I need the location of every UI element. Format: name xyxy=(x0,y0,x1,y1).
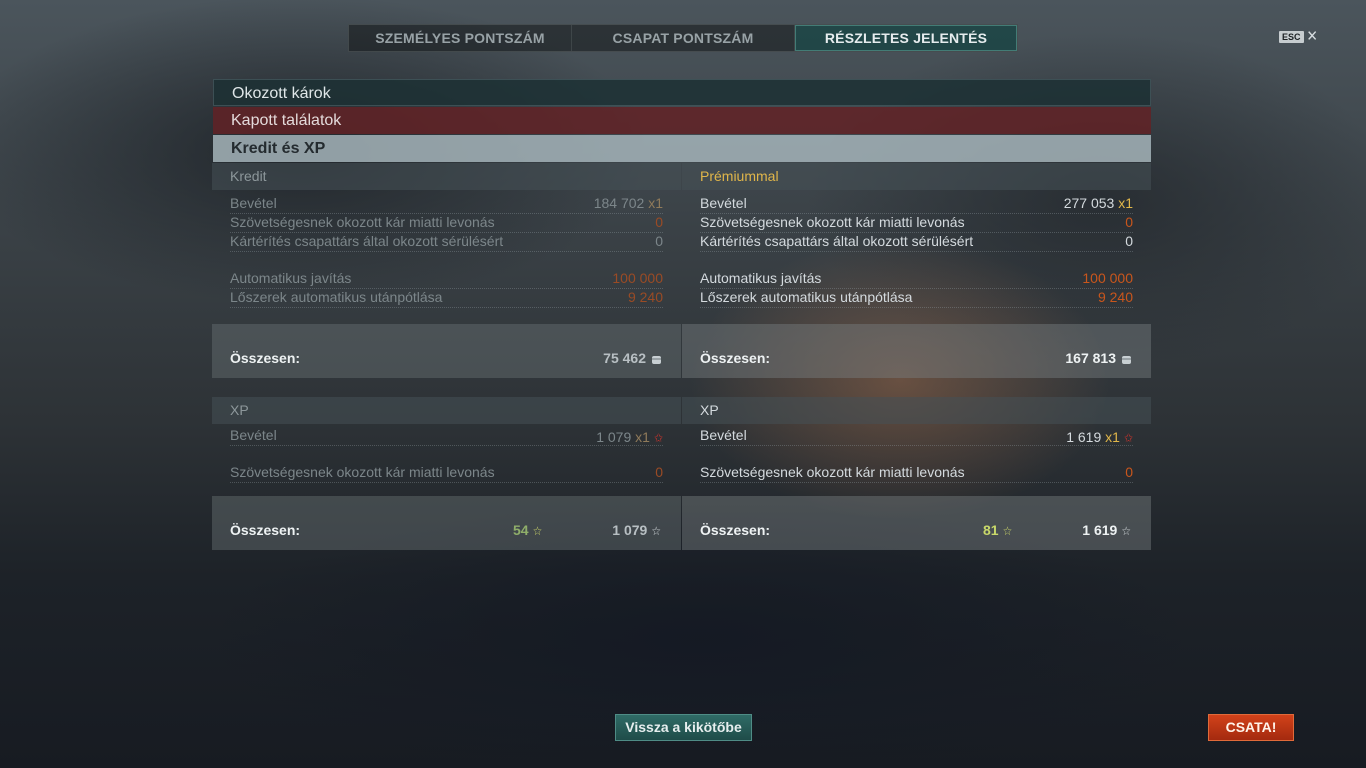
xp-total-row: Összesen: 81 ☆ 1 619 ☆ xyxy=(682,496,1151,550)
red-star-icon: ✩ xyxy=(653,431,663,445)
xp-ally-damage-row: Szövetségesnek okozott kár miatti levoná… xyxy=(700,464,1133,483)
credit-ally-damage-row: Szövetségesnek okozott kár miatti levoná… xyxy=(700,214,1133,233)
credit-compensation-value: 0 xyxy=(1125,233,1133,249)
red-star-icon: ✩ xyxy=(1123,431,1133,445)
xp-total-value: 1 079 xyxy=(612,522,648,538)
credit-total-row: Összesen: 167 813 xyxy=(682,324,1151,378)
esc-key-badge: ESC xyxy=(1279,31,1304,43)
credit-header: Kredit xyxy=(212,163,681,190)
row-label: Lőszerek automatikus utánpótlása xyxy=(230,289,443,305)
gold-star-icon: ☆ xyxy=(532,524,543,538)
results-tab-bar: SZEMÉLYES PONTSZÁM CSAPAT PONTSZÁM RÉSZL… xyxy=(348,24,1018,52)
credit-total-value: 167 813 xyxy=(1065,350,1116,366)
premium-header: Prémiummal xyxy=(682,163,1151,190)
credit-repair-row: Automatikus javítás 100 000 xyxy=(230,270,663,289)
free-xp-value: 54 xyxy=(513,522,529,538)
xp-income-multiplier: x1 xyxy=(635,429,650,445)
credit-repair-value: 100 000 xyxy=(1082,270,1133,286)
credit-income-value: 184 702 xyxy=(593,195,645,211)
credit-resupply-value: 9 240 xyxy=(627,289,663,305)
section-credit-xp[interactable]: Kredit és XP xyxy=(213,135,1151,162)
section-damage-dealt[interactable]: Okozott károk xyxy=(213,79,1151,106)
credit-column-premium: Prémiummal Bevétel 277 053 x1 Szövetsége… xyxy=(682,163,1151,378)
credit-ally-damage-value: 0 xyxy=(655,214,663,230)
total-label: Összesen: xyxy=(700,350,771,366)
credit-coin-icon xyxy=(1122,356,1131,364)
gold-star-icon: ☆ xyxy=(1002,524,1013,538)
credit-resupply-row: Lőszerek automatikus utánpótlása 9 240 xyxy=(700,289,1133,308)
battle-results-screen: { "tabs": [ {"label": "SZEMÉLYES PONTSZÁ… xyxy=(0,0,1366,768)
xp-income-row: Bevétel 1 079 x1 ✩ xyxy=(230,427,663,446)
row-label: Automatikus javítás xyxy=(230,270,352,286)
total-label: Összesen: xyxy=(700,522,771,538)
xp-total-value: 1 619 xyxy=(1082,522,1118,538)
tab-team-score[interactable]: CSAPAT PONTSZÁM xyxy=(572,25,795,51)
credit-column-standard: Kredit Bevétel 184 702 x1 Szövetségesnek… xyxy=(212,163,681,378)
credit-resupply-row: Lőszerek automatikus utánpótlása 9 240 xyxy=(230,289,663,308)
row-label: Lőszerek automatikus utánpótlása xyxy=(700,289,913,305)
credit-total-value: 75 462 xyxy=(603,350,646,366)
close-button[interactable]: ESC ✕ xyxy=(1279,28,1318,45)
xp-ally-damage-value: 0 xyxy=(655,464,663,480)
credit-ally-damage-row: Szövetségesnek okozott kár miatti levoná… xyxy=(230,214,663,233)
section-hits-received[interactable]: Kapott találatok xyxy=(213,107,1151,134)
row-label: Bevétel xyxy=(230,195,277,211)
row-label: Kártérítés csapattárs által okozott sérü… xyxy=(230,233,504,249)
total-label: Összesen: xyxy=(230,350,301,366)
back-to-port-button[interactable]: Vissza a kikötőbe xyxy=(615,714,752,741)
xp-income-value: 1 079 xyxy=(596,429,632,445)
credit-repair-row: Automatikus javítás 100 000 xyxy=(700,270,1133,289)
total-label: Összesen: xyxy=(230,522,301,538)
credit-compensation-row: Kártérítés csapattárs által okozott sérü… xyxy=(230,233,663,252)
credit-repair-value: 100 000 xyxy=(612,270,663,286)
xp-header: XP xyxy=(682,397,1151,424)
credit-income-multiplier: x1 xyxy=(1118,195,1133,211)
row-label: Szövetségesnek okozott kár miatti levoná… xyxy=(230,464,495,480)
row-label: Automatikus javítás xyxy=(700,270,822,286)
white-star-icon: ☆ xyxy=(651,524,661,538)
row-label: Bevétel xyxy=(700,427,747,443)
credit-total-row: Összesen: 75 462 xyxy=(212,324,681,378)
xp-total-row: Összesen: 54 ☆ 1 079 ☆ xyxy=(212,496,681,550)
row-label: Szövetségesnek okozott kár miatti levoná… xyxy=(700,464,965,480)
xp-ally-damage-value: 0 xyxy=(1125,464,1133,480)
xp-column-standard: XP Bevétel 1 079 x1 ✩ Szövetségesnek okoz… xyxy=(212,397,681,550)
tab-personal-score[interactable]: SZEMÉLYES PONTSZÁM xyxy=(349,25,572,51)
credit-compensation-value: 0 xyxy=(655,233,663,249)
credit-income-multiplier: x1 xyxy=(648,195,663,211)
credit-income-value: 277 053 xyxy=(1063,195,1115,211)
row-label: Bevétel xyxy=(700,195,747,211)
xp-ally-damage-row: Szövetségesnek okozott kár miatti levoná… xyxy=(230,464,663,483)
credit-ally-damage-value: 0 xyxy=(1125,214,1133,230)
row-label: Szövetségesnek okozott kár miatti levoná… xyxy=(230,214,495,230)
credit-coin-icon xyxy=(652,356,661,364)
white-star-icon: ☆ xyxy=(1121,524,1131,538)
xp-column-premium: XP Bevétel 1 619 x1 ✩ Szövetségesnek okoz… xyxy=(682,397,1151,550)
row-label: Kártérítés csapattárs által okozott sérü… xyxy=(700,233,974,249)
close-icon: ✕ xyxy=(1306,28,1318,45)
credit-resupply-value: 9 240 xyxy=(1097,289,1133,305)
row-label: Bevétel xyxy=(230,427,277,443)
xp-income-row: Bevétel 1 619 x1 ✩ xyxy=(700,427,1133,446)
free-xp-value: 81 xyxy=(983,522,999,538)
credit-income-row: Bevétel 277 053 x1 xyxy=(700,195,1133,214)
credit-compensation-row: Kártérítés csapattárs által okozott sérü… xyxy=(700,233,1133,252)
xp-income-value: 1 619 xyxy=(1066,429,1102,445)
battle-button[interactable]: CSATA! xyxy=(1208,714,1294,741)
xp-header: XP xyxy=(212,397,681,424)
xp-income-multiplier: x1 xyxy=(1105,429,1120,445)
tab-detailed-report[interactable]: RÉSZLETES JELENTÉS xyxy=(795,25,1017,51)
row-label: Szövetségesnek okozott kár miatti levoná… xyxy=(700,214,965,230)
credit-income-row: Bevétel 184 702 x1 xyxy=(230,195,663,214)
